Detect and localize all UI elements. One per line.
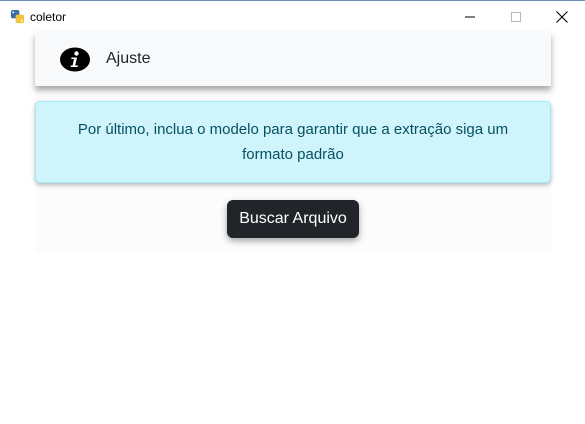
python-icon <box>10 9 25 24</box>
close-button[interactable] <box>539 1 585 33</box>
window-titlebar[interactable]: coletor <box>0 0 585 32</box>
info-icon <box>60 47 90 72</box>
section-title: Ajuste <box>106 50 151 67</box>
section-header: Ajuste <box>35 32 551 86</box>
alert-message: Por último, inclua o modelo para garanti… <box>77 121 509 163</box>
close-icon <box>556 11 568 23</box>
info-alert: Por último, inclua o modelo para garanti… <box>35 101 551 183</box>
minimize-icon <box>465 16 475 18</box>
maximize-button[interactable] <box>493 1 539 33</box>
maximize-icon <box>511 12 521 22</box>
window-title: coletor <box>30 10 67 24</box>
browse-file-button[interactable]: Buscar Arquivo <box>227 200 359 238</box>
minimize-button[interactable] <box>447 1 493 33</box>
